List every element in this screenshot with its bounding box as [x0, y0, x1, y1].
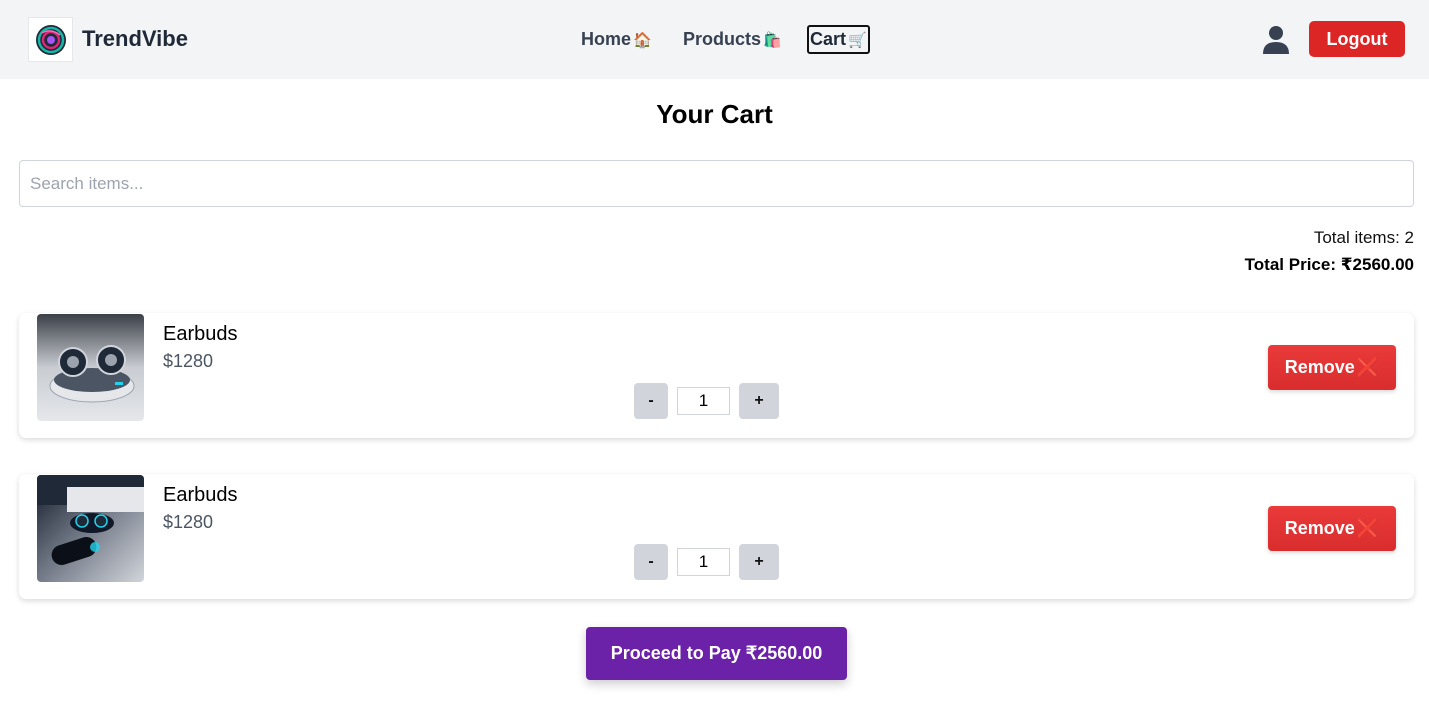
item-name: Earbuds [163, 323, 238, 345]
proceed-to-pay-button[interactable]: Proceed to Pay ₹2560.00 [586, 627, 847, 680]
house-icon: 🏠 [633, 32, 652, 49]
remove-label: Remove [1284, 518, 1355, 538]
shopping-bags-icon: 🛍️ [763, 32, 782, 49]
decrease-quantity-button[interactable]: - [634, 383, 668, 419]
nav-products-link[interactable]: Products 🛍️ [683, 25, 782, 54]
quantity-input[interactable] [677, 548, 730, 576]
user-icon[interactable] [1261, 25, 1291, 55]
total-price: Total Price: ₹2560.00 [1244, 255, 1414, 274]
product-image [37, 314, 144, 421]
cart-icon: 🛒 [848, 32, 867, 49]
nav-cart-link[interactable]: Cart 🛒 [807, 25, 870, 54]
nav-cart-label: Cart [810, 29, 847, 49]
cart-item: Earbuds $1280 - + Remove❌ [19, 313, 1414, 438]
page-title: Your Cart [656, 99, 773, 129]
logout-button[interactable]: Logout [1309, 21, 1405, 57]
increase-quantity-button[interactable]: + [739, 544, 779, 580]
remove-item-button[interactable]: Remove ❌ [1268, 345, 1396, 390]
top-navbar: TrendVibe Home 🏠 Products 🛍️ Cart 🛒 Logout [0, 0, 1429, 79]
search-input[interactable] [19, 160, 1414, 207]
item-name: Earbuds [163, 484, 238, 506]
cross-icon: ❌ [1356, 518, 1380, 538]
nav-home-link[interactable]: Home 🏠 [581, 25, 652, 54]
main-nav: Home 🏠 Products 🛍️ Cart 🛒 [0, 25, 1429, 55]
remove-label: Remove [1284, 357, 1355, 377]
cart-summary: Total items: 2 Total Price: ₹2560.00 [1245, 228, 1414, 275]
cross-icon: ❌ [1356, 357, 1380, 377]
total-items: Total items: 2 [1313, 228, 1414, 247]
nav-home-label: Home [581, 29, 632, 49]
product-image [37, 475, 144, 582]
remove-item-button[interactable]: Remove ❌ [1268, 506, 1396, 551]
cart-item: Earbuds $1280 - + Remove❌ [19, 474, 1414, 599]
item-price: $1280 [163, 512, 214, 532]
increase-quantity-button[interactable]: + [739, 383, 779, 419]
item-price: $1280 [163, 351, 214, 371]
quantity-input[interactable] [677, 387, 730, 415]
nav-products-label: Products [683, 29, 762, 49]
decrease-quantity-button[interactable]: - [634, 544, 668, 580]
